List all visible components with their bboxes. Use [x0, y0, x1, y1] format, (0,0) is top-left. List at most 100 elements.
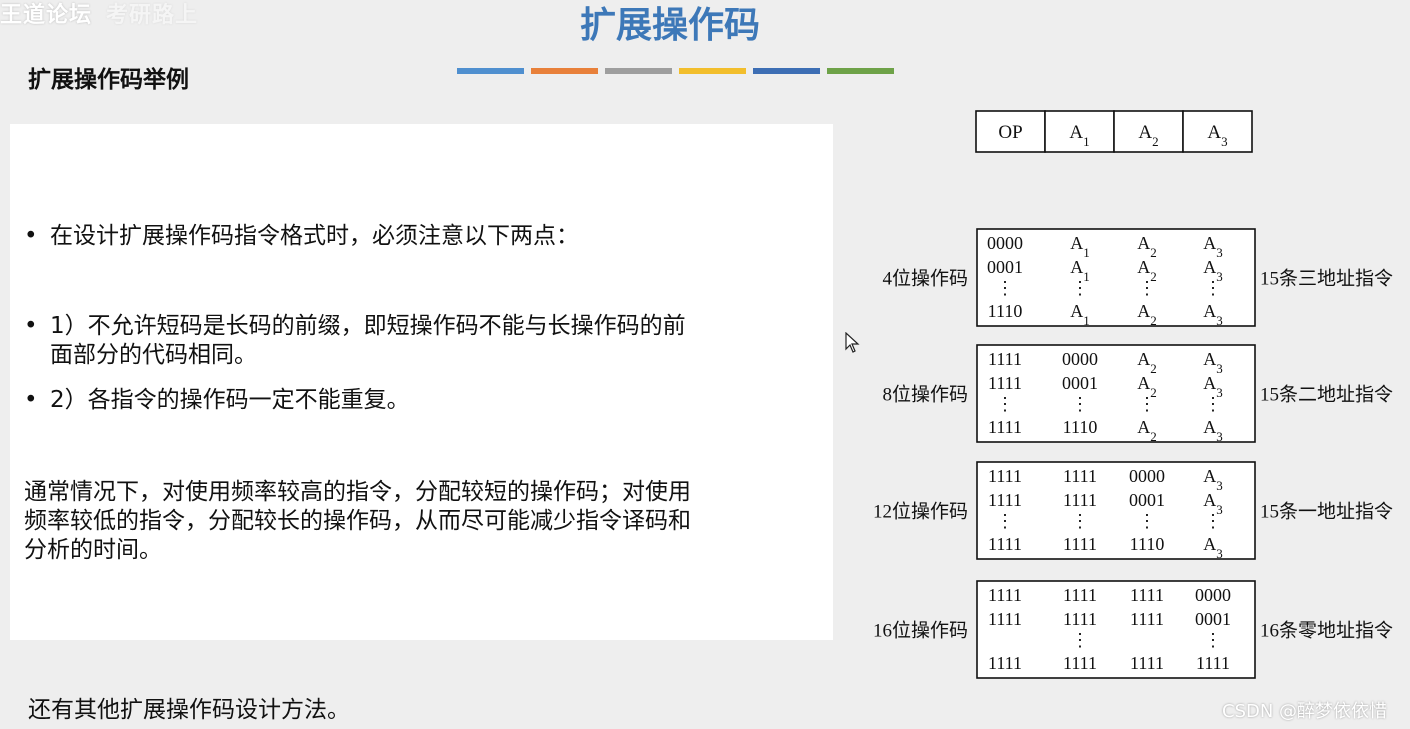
opcode-cell-main: A: [1203, 373, 1216, 393]
opcode-cell: 1111: [988, 349, 1022, 369]
opcode-cell-main: 1111: [1130, 609, 1164, 629]
opcode-cell-main: A: [1137, 417, 1150, 437]
opcode-cell-main: ⋮: [1071, 630, 1089, 650]
opcode-cell-main: ⋮: [1204, 278, 1222, 298]
instruction-count-label: 15条三地址指令: [1260, 268, 1393, 290]
opcode-cell-main: 0000: [1062, 349, 1098, 369]
opcode-cell: 1111: [1130, 609, 1164, 629]
opcode-cell-main: 1110: [1063, 417, 1098, 437]
opcode-cell-main: 1111: [1063, 653, 1097, 673]
opcode-cell: 1111: [1063, 534, 1097, 554]
opcode-cell-main: 0000: [1195, 585, 1231, 605]
instruction-count-label: 15条一地址指令: [1260, 501, 1393, 523]
opcode-length-label: 16位操作码: [873, 620, 968, 642]
opcode-cell-main: ⋮: [1071, 278, 1089, 298]
opcode-cell-main: A: [1070, 301, 1083, 321]
opcode-cell-main: 1111: [988, 349, 1022, 369]
opcode-cell-sub: 2: [1150, 245, 1157, 260]
opcode-cell-main: 1110: [988, 301, 1023, 321]
opcode-cell: 1111: [988, 466, 1022, 486]
format-header-text-main: A: [1069, 122, 1083, 143]
opcode-cell-main: 0001: [1195, 609, 1231, 629]
opcode-cell-main: ⋮: [996, 394, 1014, 414]
opcode-cell: 1111: [1196, 653, 1230, 673]
opcode-cell-main: A: [1137, 373, 1150, 393]
opcode-cell-main: ⋮: [1138, 278, 1156, 298]
opcode-cell-main: A: [1203, 301, 1216, 321]
format-header-text-main: A: [1207, 122, 1221, 143]
opcode-cell-main: 1110: [1130, 534, 1165, 554]
opcode-cell: ⋮: [996, 394, 1014, 414]
opcode-cell: ⋮: [1204, 278, 1222, 298]
opcode-cell: 0000: [1062, 349, 1098, 369]
opcode-cell: ⋮: [996, 278, 1014, 298]
opcode-cell-sub: 2: [1150, 313, 1157, 328]
opcode-length-label: 4位操作码: [882, 268, 968, 290]
opcode-format-diagram: OP A1 A2 A34位操作码 15条三地址指令0000 A1 A2 A30001 A1 A2 A…: [873, 110, 1393, 679]
opcode-cell-main: A: [1203, 257, 1216, 277]
opcode-cell: 0001: [987, 257, 1023, 277]
opcode-cell-main: 1111: [1130, 585, 1164, 605]
opcode-cell-main: ⋮: [1071, 511, 1089, 531]
opcode-cell: 0001: [1062, 373, 1098, 393]
format-header-text: OP: [998, 122, 1022, 143]
opcode-cell: ⋮: [996, 511, 1014, 531]
opcode-cell: 1111: [988, 609, 1022, 629]
opcode-cell-sub: 1: [1083, 245, 1090, 260]
format-header-text-main: A: [1138, 122, 1152, 143]
opcode-cell-main: 1111: [1063, 466, 1097, 486]
csdn-watermark: CSDN @醉梦依依惜: [1222, 701, 1388, 722]
opcode-cell-main: 0000: [987, 233, 1023, 253]
opcode-cell: ⋮: [1071, 630, 1089, 650]
opcode-cell-main: A: [1070, 233, 1083, 253]
opcode-cell-main: A: [1203, 349, 1216, 369]
opcode-cell: 1110: [1063, 417, 1098, 437]
opcode-cell-sub: 2: [1150, 429, 1157, 444]
format-header-text-sub: 3: [1221, 134, 1228, 149]
opcode-cell: 1110: [988, 301, 1023, 321]
opcode-cell: ⋮: [1204, 511, 1222, 531]
opcode-cell: ⋮: [1138, 394, 1156, 414]
opcode-cell: 1111: [1063, 490, 1097, 510]
opcode-cell: 1111: [1063, 609, 1097, 629]
opcode-cell: 0000: [1195, 585, 1231, 605]
opcode-cell-main: 1111: [988, 373, 1022, 393]
opcode-cell-main: A: [1137, 301, 1150, 321]
instruction-count-label: 15条二地址指令: [1260, 384, 1393, 406]
opcode-cell-main: 0001: [1062, 373, 1098, 393]
opcode-cell: 1111: [988, 373, 1022, 393]
opcode-cell-main: 1111: [1063, 534, 1097, 554]
opcode-cell: ⋮: [1138, 511, 1156, 531]
opcode-cell-main: ⋮: [996, 278, 1014, 298]
opcode-cell: 1111: [1130, 653, 1164, 673]
opcode-cell-main: A: [1137, 349, 1150, 369]
opcode-cell-main: ⋮: [1204, 630, 1222, 650]
opcode-cell: 1111: [988, 653, 1022, 673]
opcode-cell-main: ⋮: [1204, 511, 1222, 531]
opcode-cell-sub: 1: [1083, 313, 1090, 328]
format-header-text-sub: 2: [1152, 134, 1159, 149]
opcode-cell-sub: 3: [1216, 478, 1223, 493]
opcode-cell: ⋮: [1071, 511, 1089, 531]
opcode-cell-main: A: [1137, 257, 1150, 277]
opcode-cell-main: ⋮: [1204, 394, 1222, 414]
opcode-cell-main: A: [1070, 257, 1083, 277]
opcode-cell: ⋮: [1071, 394, 1089, 414]
opcode-cell: 1111: [1063, 466, 1097, 486]
opcode-cell-sub: 3: [1216, 546, 1223, 561]
opcode-cell-main: 0001: [1129, 490, 1165, 510]
opcode-cell: 1111: [1063, 653, 1097, 673]
opcode-cell-sub: 3: [1216, 429, 1223, 444]
opcode-cell: 1111: [988, 490, 1022, 510]
opcode-cell-sub: 2: [1150, 361, 1157, 376]
opcode-cell-main: 1111: [1063, 490, 1097, 510]
opcode-cell-main: 1111: [1196, 653, 1230, 673]
opcode-cell-main: 1111: [1063, 609, 1097, 629]
opcode-cell-main: A: [1203, 233, 1216, 253]
format-header-text-sub: 1: [1083, 134, 1090, 149]
opcode-cell: ⋮: [1071, 278, 1089, 298]
opcode-cell-main: A: [1203, 534, 1216, 554]
opcode-cell-main: A: [1203, 490, 1216, 510]
opcode-cell-main: A: [1137, 233, 1150, 253]
opcode-cell-main: 1111: [1130, 653, 1164, 673]
